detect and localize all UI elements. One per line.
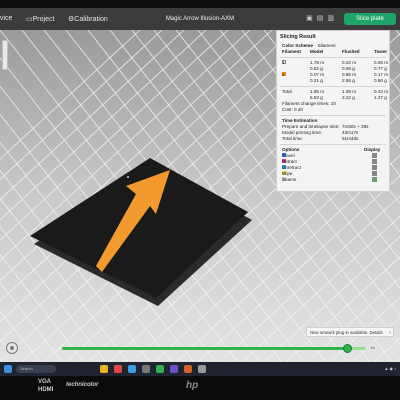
panel-title: Slicing Result bbox=[280, 34, 316, 40]
app-icon[interactable] bbox=[170, 365, 178, 373]
cost-value: Cost: 0.20 bbox=[282, 107, 303, 112]
layer-slider-fill bbox=[62, 347, 348, 350]
app-icon[interactable] bbox=[184, 365, 192, 373]
hp-logo: hp bbox=[186, 380, 199, 391]
system-tray[interactable]: ▲ ◉ ♪ bbox=[384, 366, 396, 371]
plugin-notification[interactable]: New network plug-in available. Details × bbox=[306, 327, 394, 337]
explorer-icon[interactable] bbox=[100, 365, 108, 373]
toolbar-icons[interactable]: ▣▤▥ bbox=[306, 14, 338, 22]
os-taskbar: Search ▲ ◉ ♪ bbox=[0, 362, 400, 376]
options-header: Options bbox=[282, 147, 300, 152]
technicolor-sticker: technicolor bbox=[66, 382, 99, 388]
taskbar-search[interactable]: Search bbox=[16, 365, 56, 373]
layer-slider-handle[interactable] bbox=[342, 344, 352, 353]
layer-value: 54 bbox=[369, 345, 376, 350]
app-icon[interactable] bbox=[198, 365, 206, 373]
unretract-checkbox[interactable] bbox=[372, 165, 377, 170]
slicer-icon[interactable] bbox=[156, 365, 164, 373]
travel-checkbox[interactable] bbox=[372, 153, 377, 158]
col-tower: Tower bbox=[374, 49, 388, 54]
view-orientation-button[interactable] bbox=[6, 342, 18, 354]
app-icon[interactable] bbox=[114, 365, 122, 373]
close-icon[interactable]: × bbox=[388, 328, 391, 337]
window-title: Magic Arrow Illusion-AXM bbox=[165, 16, 235, 22]
col-filament: Filament bbox=[282, 49, 301, 54]
app-icon[interactable] bbox=[142, 365, 150, 373]
time-estimation-header: Time Estimation bbox=[282, 118, 318, 123]
col-model: Model bbox=[310, 49, 324, 54]
screen: vice ▭ Project ⚙ Calibration Magic Arrow… bbox=[0, 0, 400, 400]
start-icon[interactable] bbox=[4, 365, 12, 373]
retract-checkbox[interactable] bbox=[372, 159, 377, 164]
seams-checkbox[interactable] bbox=[372, 177, 377, 182]
display-header: Display bbox=[364, 147, 381, 152]
vga-sticker: VGA bbox=[38, 379, 52, 385]
monitor-bezel: VGA HDMI technicolor hp bbox=[0, 376, 400, 400]
filament-change-times: Filament change times: 10 bbox=[282, 101, 336, 106]
left-sidebar-handle[interactable] bbox=[2, 40, 8, 70]
color-scheme-label: Color Scheme bbox=[282, 43, 313, 48]
wipe-checkbox[interactable] bbox=[372, 171, 377, 176]
edge-icon[interactable] bbox=[128, 365, 136, 373]
origin-marker bbox=[127, 176, 129, 178]
slice-plate-button[interactable]: Slice plate bbox=[344, 13, 396, 25]
layer-slider[interactable]: 54 bbox=[62, 344, 376, 353]
col-flushed: Flushed bbox=[342, 49, 360, 54]
option-seams: Seams bbox=[280, 177, 386, 183]
slicing-result-panel: Slicing Result Color Scheme ⌄ Filament F… bbox=[276, 30, 390, 192]
hdmi-sticker: HDMI bbox=[38, 387, 54, 393]
top-toolbar: vice ▭ Project ⚙ Calibration Magic Arrow… bbox=[0, 8, 400, 30]
